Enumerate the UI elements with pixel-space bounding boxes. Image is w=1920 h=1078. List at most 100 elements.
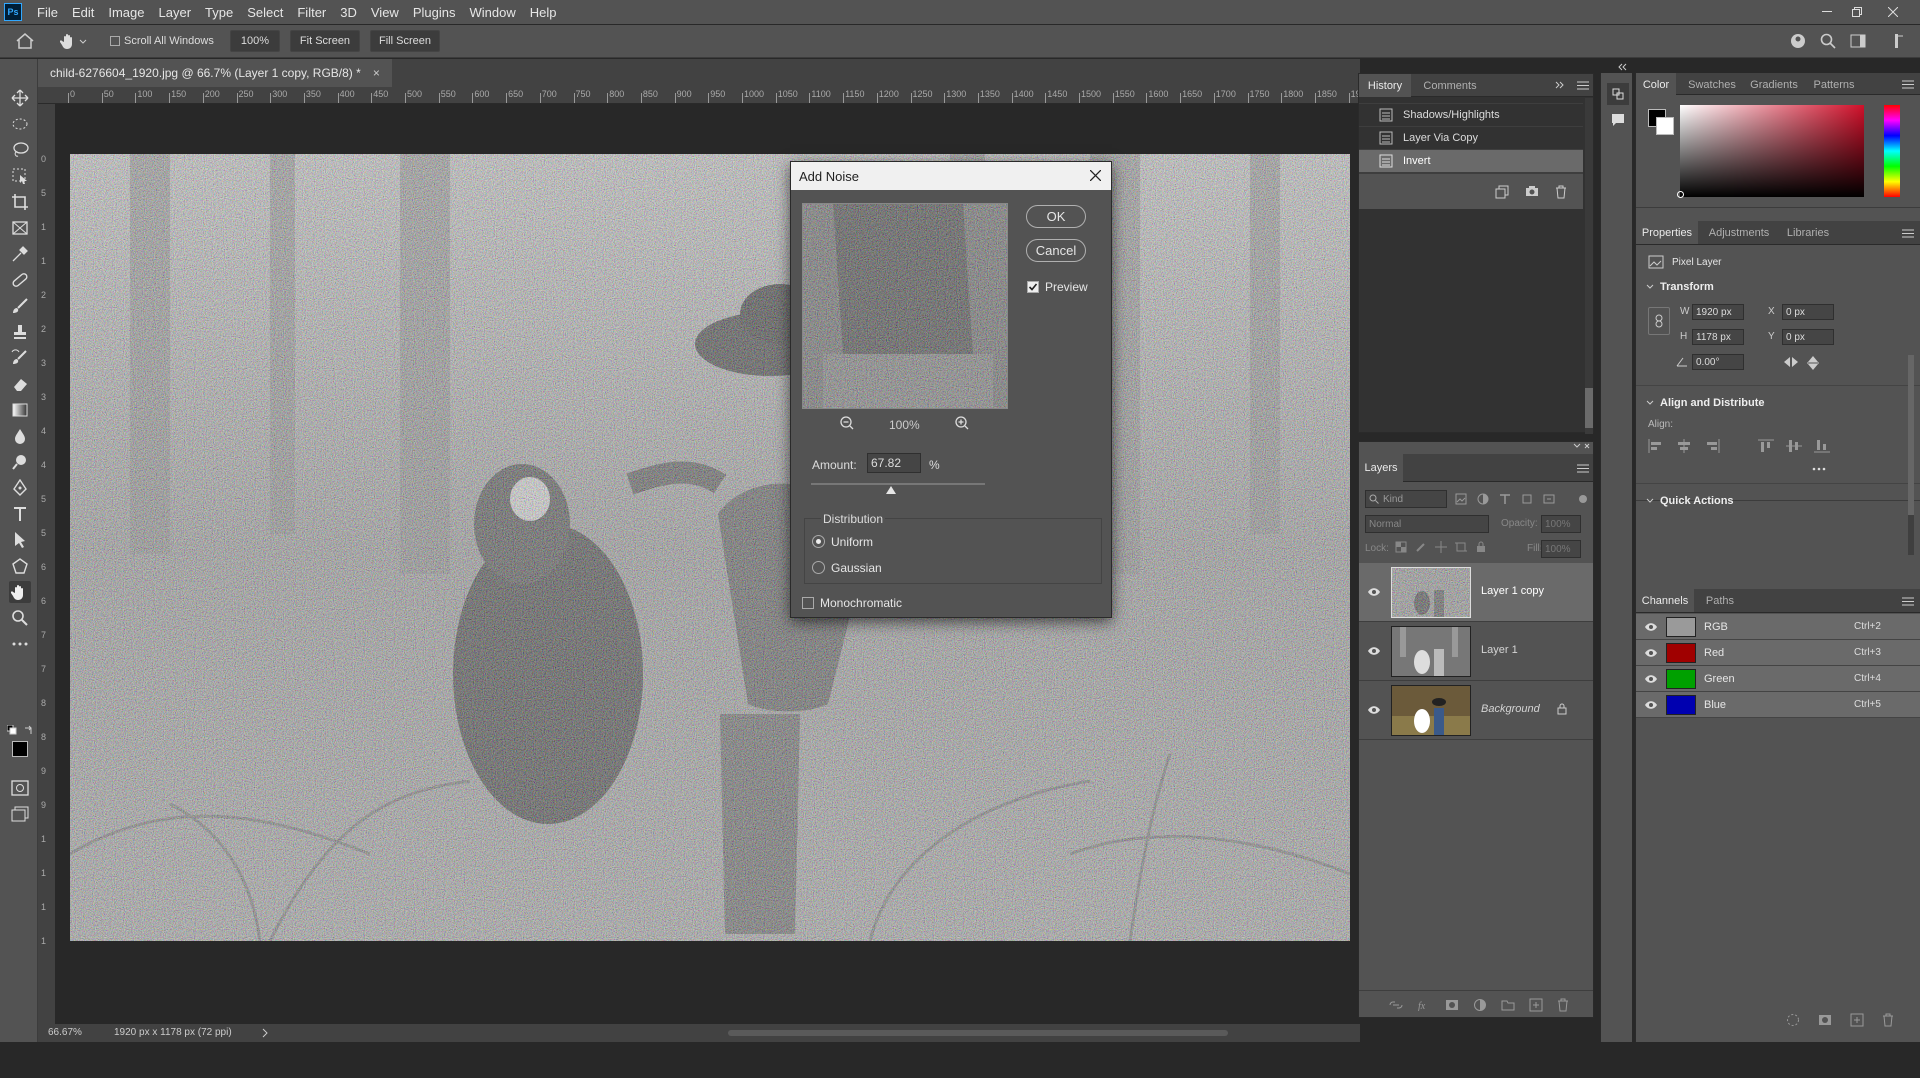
add-mask-icon[interactable]	[1445, 999, 1459, 1011]
fill-screen-button[interactable]: Fill Screen	[370, 30, 440, 52]
filter-preview[interactable]	[802, 203, 1008, 409]
minimize-button[interactable]	[1812, 0, 1842, 24]
delete-state-icon[interactable]	[1555, 185, 1567, 199]
ok-button[interactable]: OK	[1026, 205, 1086, 228]
new-layer-icon[interactable]	[1529, 998, 1543, 1012]
menu-file[interactable]: File	[30, 5, 65, 20]
hand-tool-icon[interactable]	[9, 581, 31, 603]
y-input[interactable]: 0 px	[1782, 329, 1834, 345]
lasso-tool-icon[interactable]	[9, 139, 31, 161]
amount-input[interactable]: 67.82	[867, 453, 921, 473]
flip-vertical-icon[interactable]	[1806, 355, 1820, 371]
channel-row-blue[interactable]: Blue Ctrl+5	[1636, 692, 1920, 718]
marquee-tool-icon[interactable]	[9, 113, 31, 135]
x-input[interactable]: 0 px	[1782, 304, 1834, 320]
amount-slider-thumb[interactable]	[886, 486, 897, 494]
tab-layers[interactable]: Layers	[1359, 454, 1403, 482]
dialog-close-icon[interactable]	[1090, 170, 1101, 181]
menu-type[interactable]: Type	[198, 5, 240, 20]
menu-window[interactable]: Window	[462, 5, 522, 20]
channel-row-rgb[interactable]: RGB Ctrl+2	[1636, 614, 1920, 640]
status-zoom[interactable]: 66.67%	[48, 1027, 82, 1038]
eraser-tool-icon[interactable]	[9, 373, 31, 395]
align-left-icon[interactable]	[1648, 439, 1664, 453]
link-layers-icon[interactable]	[1389, 1000, 1403, 1010]
new-group-icon[interactable]	[1501, 999, 1515, 1011]
filter-pixel-icon[interactable]	[1455, 493, 1467, 505]
horizontal-scrollbar[interactable]	[728, 1030, 1228, 1036]
healing-brush-tool-icon[interactable]	[9, 269, 31, 291]
link-dimensions-button[interactable]	[1648, 307, 1670, 335]
more-options-icon[interactable]	[1812, 467, 1826, 471]
layer-row-background[interactable]: Background	[1359, 681, 1593, 740]
document-tab[interactable]: child-6276604_1920.jpg @ 66.7% (Layer 1 …	[38, 59, 392, 87]
preview-checkbox[interactable]	[1027, 281, 1039, 293]
align-distribute-title[interactable]: Align and Distribute	[1660, 397, 1765, 409]
chevron-down-icon[interactable]	[1646, 283, 1654, 291]
foreground-color-swatch[interactable]	[12, 741, 28, 757]
frame-tool-icon[interactable]	[9, 217, 31, 239]
new-channel-icon[interactable]	[1850, 1013, 1864, 1027]
more-tools-icon[interactable]	[9, 633, 31, 655]
channel-row-green[interactable]: Green Ctrl+4	[1636, 666, 1920, 692]
fill-input[interactable]: 100%	[1541, 540, 1581, 558]
lock-pixels-icon[interactable]	[1415, 541, 1427, 553]
flip-horizontal-icon[interactable]	[1782, 355, 1800, 369]
chevron-down-icon[interactable]	[1646, 497, 1654, 505]
menu-3d[interactable]: 3D	[333, 5, 364, 20]
history-scrollbar[interactable]	[1585, 98, 1593, 434]
history-item-layer-via-copy[interactable]: Layer Via Copy	[1359, 127, 1583, 150]
load-selection-icon[interactable]	[1786, 1013, 1800, 1027]
gradient-tool-icon[interactable]	[9, 399, 31, 421]
preview-zoom-in-icon[interactable]	[955, 416, 969, 430]
align-bottom-icon[interactable]	[1814, 439, 1830, 453]
cancel-button[interactable]: Cancel	[1026, 239, 1086, 262]
comments-panel-icon[interactable]	[1611, 113, 1625, 127]
align-right-icon[interactable]	[1704, 439, 1720, 453]
history-brush-tool-icon[interactable]	[9, 347, 31, 369]
menu-image[interactable]: Image	[101, 5, 151, 20]
layer-row-layer1[interactable]: Layer 1	[1359, 622, 1593, 681]
tab-properties[interactable]: Properties	[1636, 221, 1698, 244]
visibility-eye-icon[interactable]	[1644, 622, 1658, 632]
layer-filter-kind[interactable]: Kind	[1365, 490, 1447, 508]
tab-swatches[interactable]: Swatches	[1684, 73, 1740, 96]
history-item-shadows-highlights[interactable]: Shadows/Highlights	[1359, 104, 1583, 127]
delete-channel-icon[interactable]	[1882, 1013, 1894, 1027]
monochromatic-checkbox[interactable]	[802, 597, 814, 609]
tab-gradients[interactable]: Gradients	[1746, 73, 1802, 96]
lock-position-icon[interactable]	[1435, 541, 1447, 553]
uniform-radio[interactable]	[812, 535, 825, 548]
bg-color-chip[interactable]	[1656, 117, 1674, 135]
save-selection-icon[interactable]	[1818, 1013, 1832, 1027]
preview-zoom-out-icon[interactable]	[840, 416, 854, 430]
lock-transparent-icon[interactable]	[1395, 541, 1407, 553]
status-menu-icon[interactable]	[262, 1028, 268, 1038]
screen-mode-icon[interactable]	[9, 803, 31, 825]
filter-adjustment-icon[interactable]	[1477, 493, 1489, 505]
clone-stamp-tool-icon[interactable]	[9, 321, 31, 343]
new-snapshot-icon[interactable]	[1525, 185, 1539, 197]
visibility-eye-icon[interactable]	[1367, 705, 1381, 715]
filter-toggle-icon[interactable]	[1579, 495, 1587, 503]
hue-slider[interactable]	[1884, 105, 1900, 197]
object-selection-tool-icon[interactable]	[9, 165, 31, 187]
chevron-down-icon[interactable]	[1646, 399, 1654, 407]
menu-help[interactable]: Help	[523, 5, 564, 20]
new-document-from-state-icon[interactable]	[1495, 185, 1509, 199]
layer-row-layer1-copy[interactable]: Layer 1 copy	[1359, 563, 1593, 622]
blur-tool-icon[interactable]	[9, 425, 31, 447]
default-colors-icon[interactable]	[7, 725, 17, 735]
properties-scrollbar[interactable]	[1908, 355, 1914, 555]
search-icon[interactable]	[1820, 33, 1836, 49]
channels-menu-icon[interactable]	[1902, 597, 1914, 606]
align-center-h-icon[interactable]	[1676, 439, 1692, 453]
align-middle-v-icon[interactable]	[1786, 439, 1802, 453]
eyedropper-tool-icon[interactable]	[9, 243, 31, 265]
workspace-icon[interactable]	[1850, 33, 1866, 49]
visibility-eye-icon[interactable]	[1367, 646, 1381, 656]
type-tool-icon[interactable]	[9, 503, 31, 525]
menu-filter[interactable]: Filter	[290, 5, 333, 20]
expand-panels-icon[interactable]	[1617, 63, 1627, 71]
filter-type-icon[interactable]	[1499, 493, 1511, 505]
